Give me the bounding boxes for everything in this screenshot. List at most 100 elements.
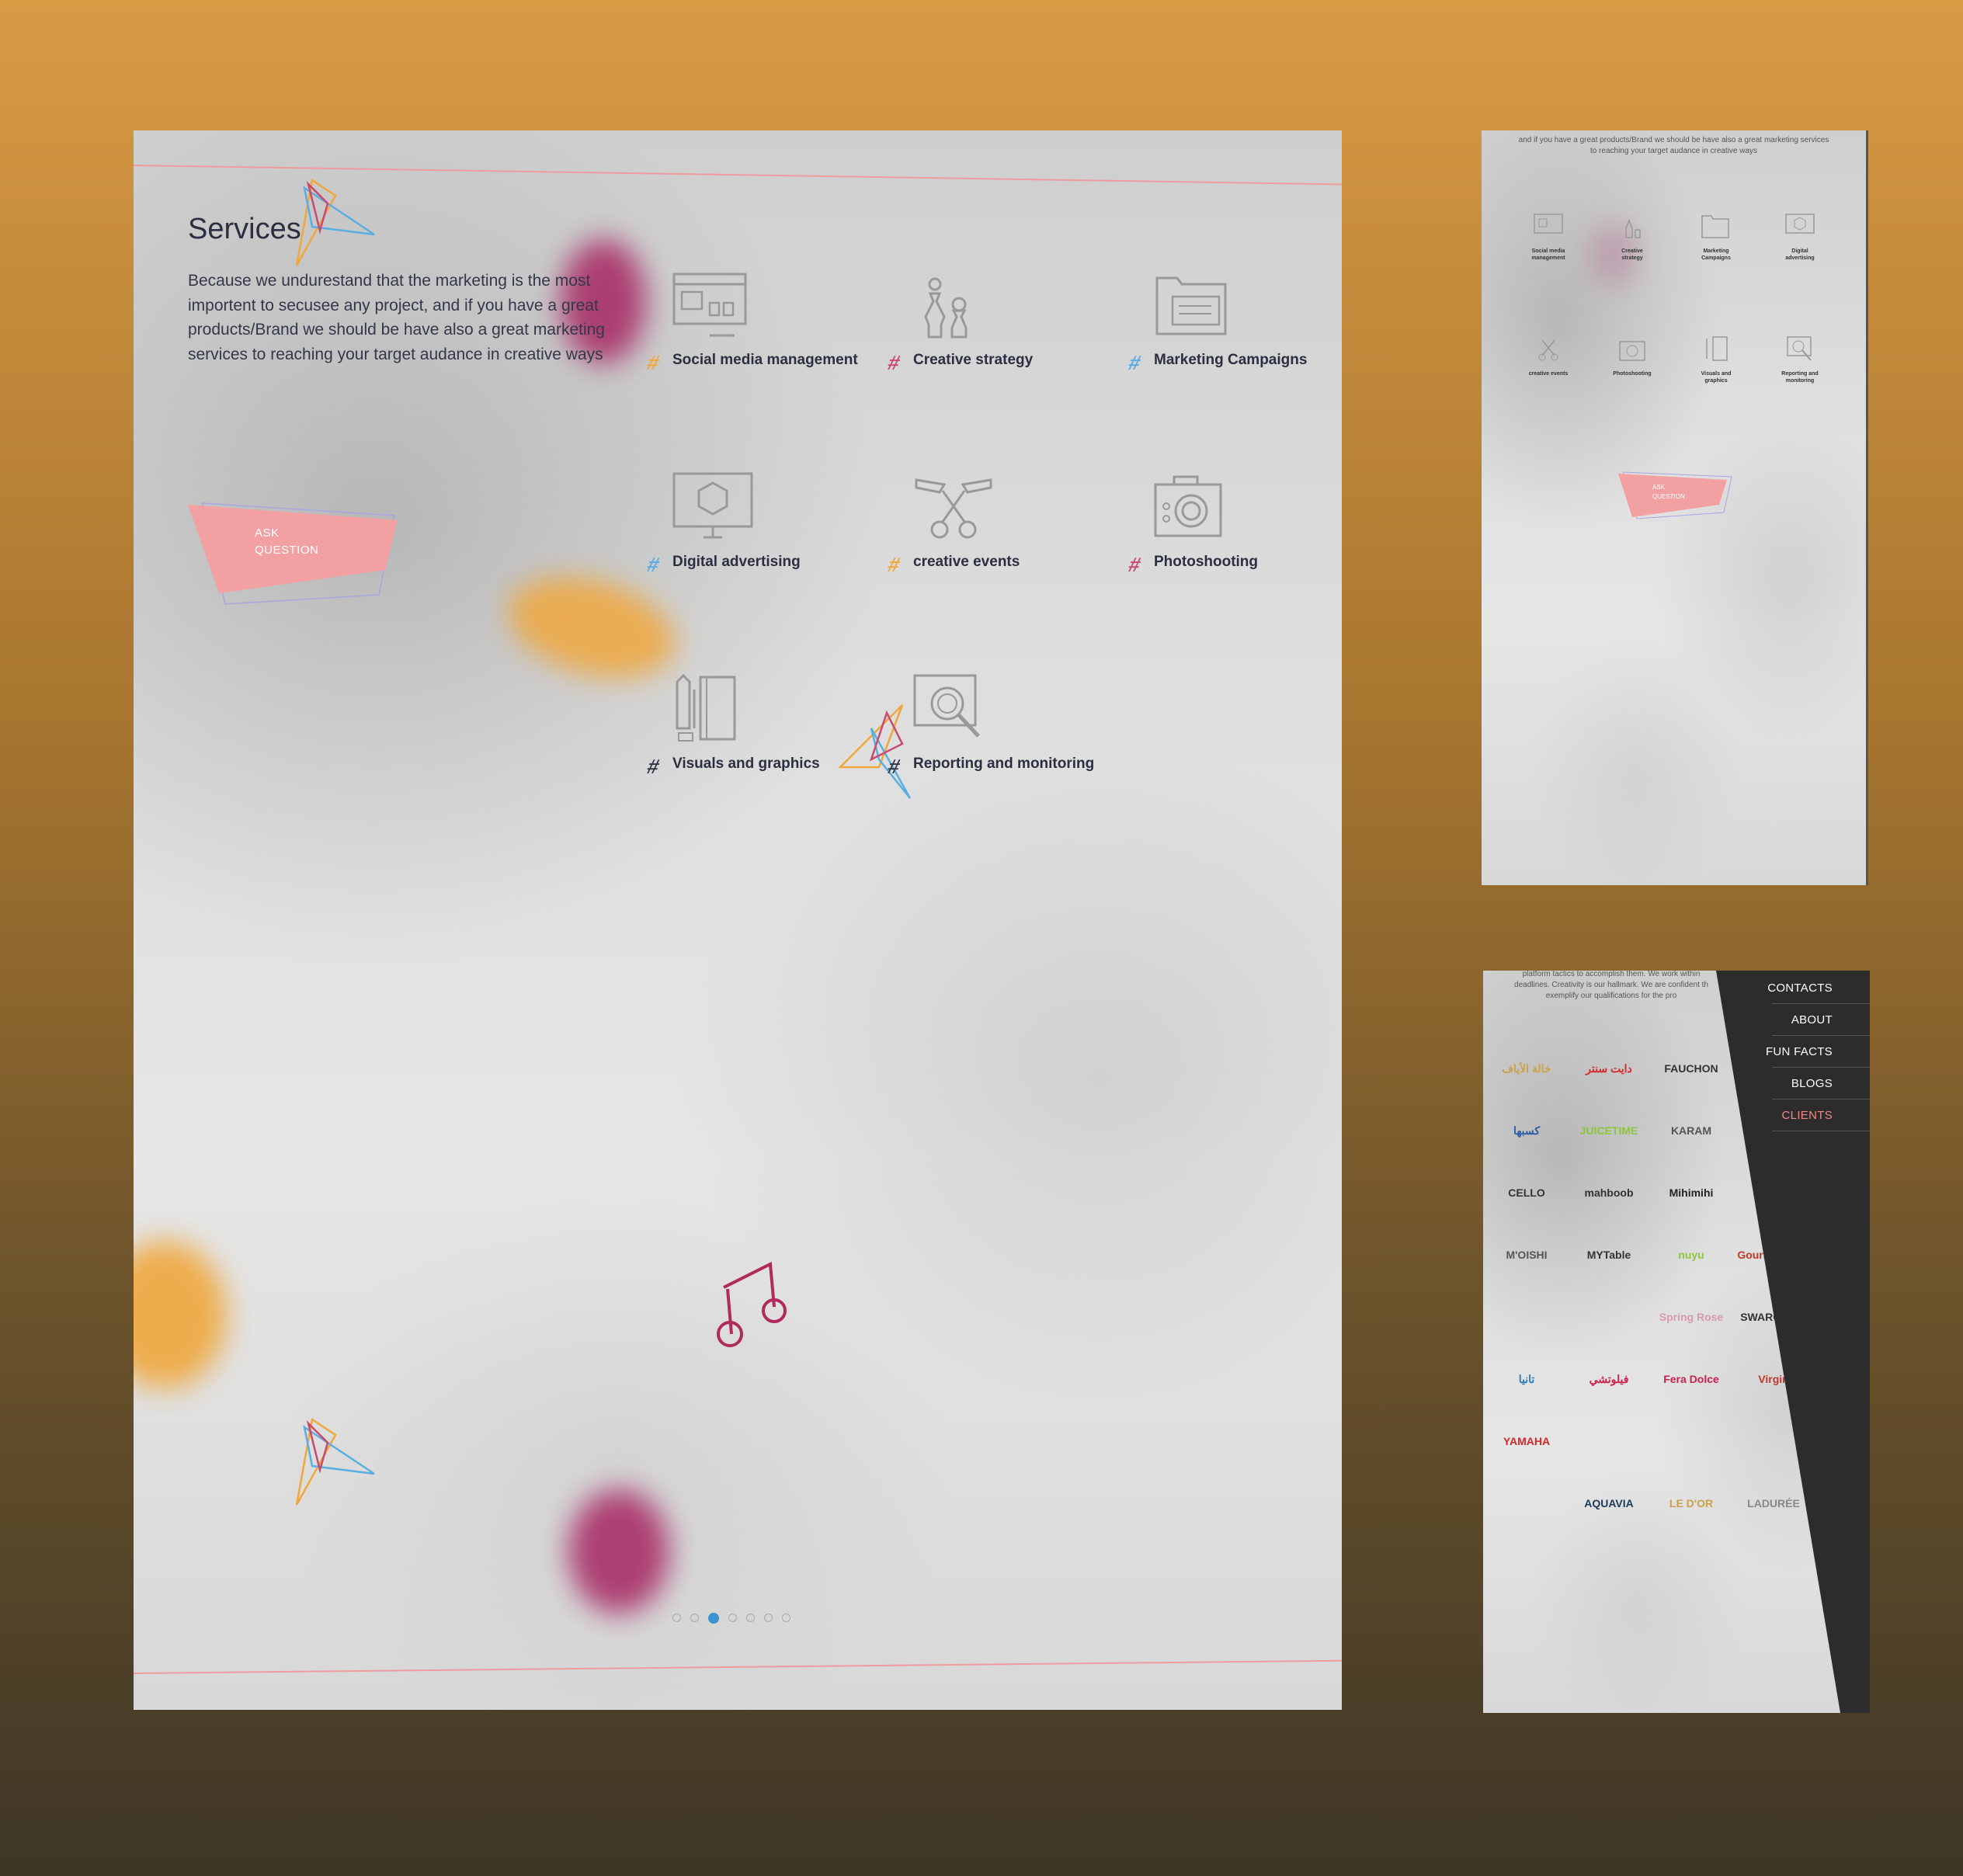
social-media-icon [672, 273, 747, 337]
ask-label: ASK QUESTION [255, 526, 319, 557]
service-label: Marketing Campaigns [1154, 352, 1308, 368]
service-label: Creative strategy [913, 352, 1034, 368]
nav-about[interactable]: ABOUT [1724, 1013, 1833, 1027]
social-media-icon [1534, 214, 1563, 234]
nav-contacts[interactable]: CONTACTS [1724, 981, 1833, 995]
nav-clients[interactable]: CLIENTS [1724, 1109, 1833, 1122]
client-logo: AQUAVIA [1584, 1496, 1634, 1509]
page-dot[interactable] [690, 1614, 699, 1622]
nav-divider [1772, 1099, 1870, 1100]
client-logo: FAUCHON [1664, 1061, 1718, 1075]
client-logo: JUICETIME [1579, 1124, 1638, 1137]
hash-mark: # [644, 351, 662, 374]
client-logo: KARAM [1670, 1124, 1712, 1137]
ask-label: ASK QUESTION [1652, 484, 1685, 500]
magenta-blob-bottom [568, 1489, 669, 1614]
service-label: creative events [913, 554, 1020, 570]
client-logo: Fera Dolce [1663, 1372, 1719, 1385]
page-dot[interactable] [672, 1614, 681, 1622]
nav-divider [1772, 1067, 1870, 1068]
client-logo: MYTable [1586, 1248, 1631, 1261]
music-note-icon [717, 1261, 787, 1347]
mobile-service-item[interactable]: Reporting and monitoring [1761, 335, 1839, 384]
service-creative-events[interactable]: # creative events [885, 472, 1146, 581]
page-dot-active[interactable] [708, 1613, 719, 1624]
service-digital-advertising[interactable]: # Digital advertising [644, 472, 905, 581]
folder-icon [1155, 276, 1227, 335]
section-description: Because we undurestand that the marketin… [188, 272, 605, 363]
chess-icon [924, 277, 968, 339]
client-logo [1654, 1426, 1728, 1457]
page-dot[interactable] [764, 1614, 773, 1622]
client-logo: CELLO [1508, 1186, 1545, 1199]
notebook-pencil-icon [676, 674, 736, 742]
page-dot[interactable] [782, 1614, 790, 1622]
section-title: Services [188, 213, 301, 245]
scribble-triangle-icon-3 [295, 1417, 375, 1506]
service-marketing-campaigns[interactable]: # Marketing Campaigns [1126, 270, 1342, 379]
client-logo: YAMAHA [1503, 1434, 1551, 1447]
service-label: Reporting and monitoring [913, 756, 1095, 772]
mobile-clients-preview: platform tactics to accomplish them. We … [1483, 971, 1870, 1713]
service-reporting-monitoring[interactable]: # Reporting and monitoring [885, 674, 1146, 783]
page-dot[interactable] [746, 1614, 755, 1622]
chess-icon [1625, 218, 1641, 238]
service-photoshooting[interactable]: # Photoshooting [1126, 472, 1342, 581]
mobile-service-item[interactable]: Social media management [1510, 213, 1587, 262]
hash-mark: # [644, 553, 662, 576]
service-visuals-graphics[interactable]: # Visuals and graphics [644, 674, 905, 783]
mobile-service-item[interactable]: Photoshooting [1593, 335, 1671, 377]
nav-blogs[interactable]: BLOGS [1724, 1077, 1833, 1090]
camera-icon [1619, 341, 1645, 361]
client-logo [1489, 1301, 1564, 1332]
folder-icon [1701, 215, 1729, 238]
client-logo: تانيا [1518, 1372, 1535, 1385]
monitor-cube-icon [1785, 214, 1815, 234]
client-logo: كسبها [1513, 1124, 1541, 1137]
ask-question-button[interactable]: ASK QUESTION [188, 497, 421, 613]
service-creative-strategy[interactable]: # Creative strategy [885, 270, 1146, 379]
intro-text: and if you have a great products/Brand w… [1518, 136, 1829, 155]
bottom-divider-line [134, 1659, 1342, 1674]
client-logo: mahboob [1584, 1186, 1634, 1199]
monitor-cube-icon [672, 472, 753, 539]
scissors-ribbon-icon [1538, 339, 1558, 361]
orange-blob-left [134, 1241, 227, 1388]
client-logo: Mihimihi [1669, 1186, 1714, 1199]
notebook-pencil-icon [1706, 336, 1728, 361]
mobile-service-item[interactable]: Visuals and graphics [1677, 335, 1755, 384]
service-social-media[interactable]: # Social media management [644, 270, 905, 379]
mobile-service-item[interactable]: Creative strategy [1593, 213, 1671, 262]
nav-fun-facts[interactable]: FUN FACTS [1724, 1045, 1833, 1058]
service-label: Visuals and graphics [672, 756, 820, 772]
client-logo: M'OISHI [1506, 1248, 1548, 1261]
nav-divider [1772, 1003, 1870, 1004]
hash-mark: # [644, 755, 662, 778]
scissors-ribbon-icon [915, 478, 992, 539]
page-dot[interactable] [728, 1614, 737, 1622]
service-label: Digital advertising [672, 554, 801, 570]
client-logo: فيلوتشي [1589, 1372, 1629, 1385]
client-logo: خالة الأياف [1502, 1061, 1551, 1075]
orange-blob [497, 560, 686, 695]
intro-text: platform tactics to accomplish them. We … [1514, 971, 1708, 1000]
magnifier-report-icon [913, 674, 980, 738]
client-logo [1572, 1426, 1646, 1457]
pagination-dots [672, 1613, 790, 1624]
ask-question-button[interactable]: ASK QUESTION [1618, 469, 1735, 523]
mobile-services-preview: and if you have a great products/Brand w… [1482, 130, 1868, 885]
magnifier-report-icon [1787, 336, 1812, 361]
services-section: Services Because we undurestand that the… [134, 130, 1342, 1710]
service-label: Social media management [672, 352, 858, 368]
mobile-service-item[interactable]: Digital advertising [1761, 213, 1839, 262]
nav-divider [1772, 1035, 1870, 1036]
client-logo: Spring Rose [1659, 1310, 1724, 1323]
client-logo: LADURÉE [1747, 1496, 1800, 1509]
client-logo [1572, 1301, 1646, 1332]
client-logo: دايت سنتر [1586, 1061, 1632, 1075]
mobile-service-item[interactable]: Marketing Campaigns [1677, 213, 1755, 262]
camera-icon [1154, 475, 1222, 537]
client-logo: LE D'OR [1669, 1496, 1714, 1509]
client-logo: nuyu [1678, 1248, 1704, 1261]
mobile-service-item[interactable]: creative events [1510, 335, 1587, 377]
